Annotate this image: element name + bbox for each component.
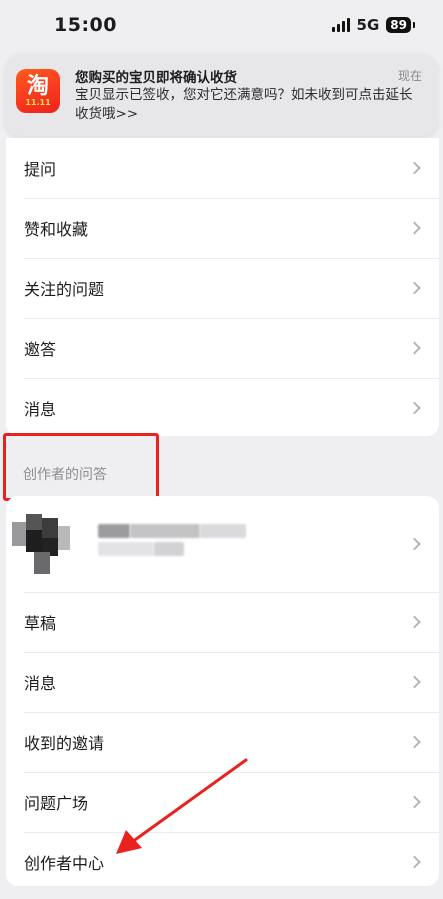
screen: 15:00 5G 89 淘 11.11 您购买的宝贝即将确认收货 现在 宝贝显示… [0,0,443,899]
annotation-arrow-icon [116,758,248,854]
